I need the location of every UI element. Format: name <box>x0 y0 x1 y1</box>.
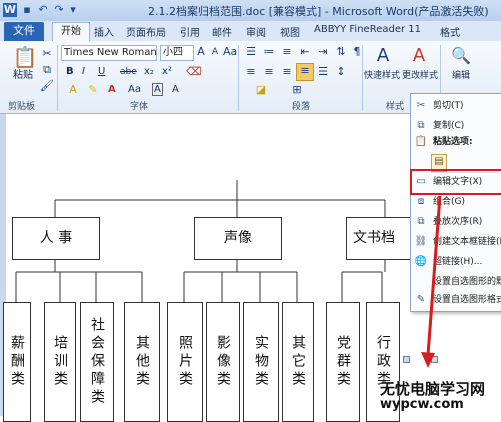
menu-item-paste-options: 📋 粘贴选项: <box>411 132 501 152</box>
menu-item-format-shape[interactable]: ✎ 设置自选图形格式 <box>411 290 501 310</box>
menu-item-label: 组合(G) <box>433 197 465 207</box>
watermark-url: wypcw.com <box>380 397 464 412</box>
menu-item-textbox-link[interactable]: ⛓ 创建文本框链接(R) <box>411 232 501 252</box>
watermark: 无忧电脑学习网 <box>380 380 486 398</box>
copy-icon: ⧉ <box>417 120 425 131</box>
org-node-social-security[interactable]: 社会保障类 <box>80 302 114 422</box>
order-icon: ⧉ <box>417 216 425 227</box>
menu-item-group[interactable]: ⧈ 组合(G) <box>411 192 501 212</box>
org-node-personnel[interactable]: 人 事 <box>12 217 100 260</box>
menu-item-label: 剪切(T) <box>433 101 464 111</box>
context-menu: ✂ 剪切(T) ⧉ 复制(C) 📋 粘贴选项: ▤ ▭ 编辑文字(X) ⧈ 组合… <box>410 93 501 312</box>
org-node-other-personnel[interactable]: 其他类 <box>124 302 160 422</box>
org-node-other-audiovisual[interactable]: 其它类 <box>282 302 314 422</box>
selection-handle[interactable] <box>403 356 410 363</box>
org-node-party[interactable]: 党群类 <box>326 302 360 422</box>
textbox-link-icon: ⛓ <box>414 236 428 247</box>
menu-item-label: 叠放次序(R) <box>433 217 483 227</box>
org-node-audiovisual[interactable]: 声像 <box>194 217 282 260</box>
default-shape-icon <box>414 275 428 289</box>
menu-item-cut[interactable]: ✂ 剪切(T) <box>411 96 501 116</box>
scissors-icon: ✂ <box>416 100 426 111</box>
group-icon: ⧈ <box>417 196 425 207</box>
org-node-photo[interactable]: 照片类 <box>167 302 203 422</box>
menu-item-label: 设置自选图形格式 <box>433 295 501 305</box>
org-node-salary[interactable]: 薪酬类 <box>3 302 31 422</box>
highlight-box <box>410 169 501 195</box>
menu-item-label: 设置自选图形的默 <box>433 277 501 287</box>
org-node-objects[interactable]: 实物类 <box>243 302 279 422</box>
hyperlink-icon: 🌐 <box>414 256 428 267</box>
menu-item-label: 创建文本框链接(R) <box>433 237 501 247</box>
format-shape-icon: ✎ <box>416 294 426 305</box>
menu-item-label: 粘贴选项: <box>433 137 473 147</box>
selection-handle[interactable] <box>431 356 438 363</box>
menu-item-order[interactable]: ⧉ 叠放次序(R) <box>411 212 501 232</box>
paste-icon: 📋 <box>414 136 428 147</box>
org-node-video[interactable]: 影像类 <box>206 302 240 422</box>
org-node-training[interactable]: 培训类 <box>44 302 76 422</box>
menu-item-hyperlink[interactable]: 🌐 超链接(H)... <box>411 252 501 272</box>
menu-item-set-default-shape[interactable]: 设置自选图形的默 <box>411 272 501 292</box>
menu-item-label: 超链接(H)... <box>433 257 483 267</box>
